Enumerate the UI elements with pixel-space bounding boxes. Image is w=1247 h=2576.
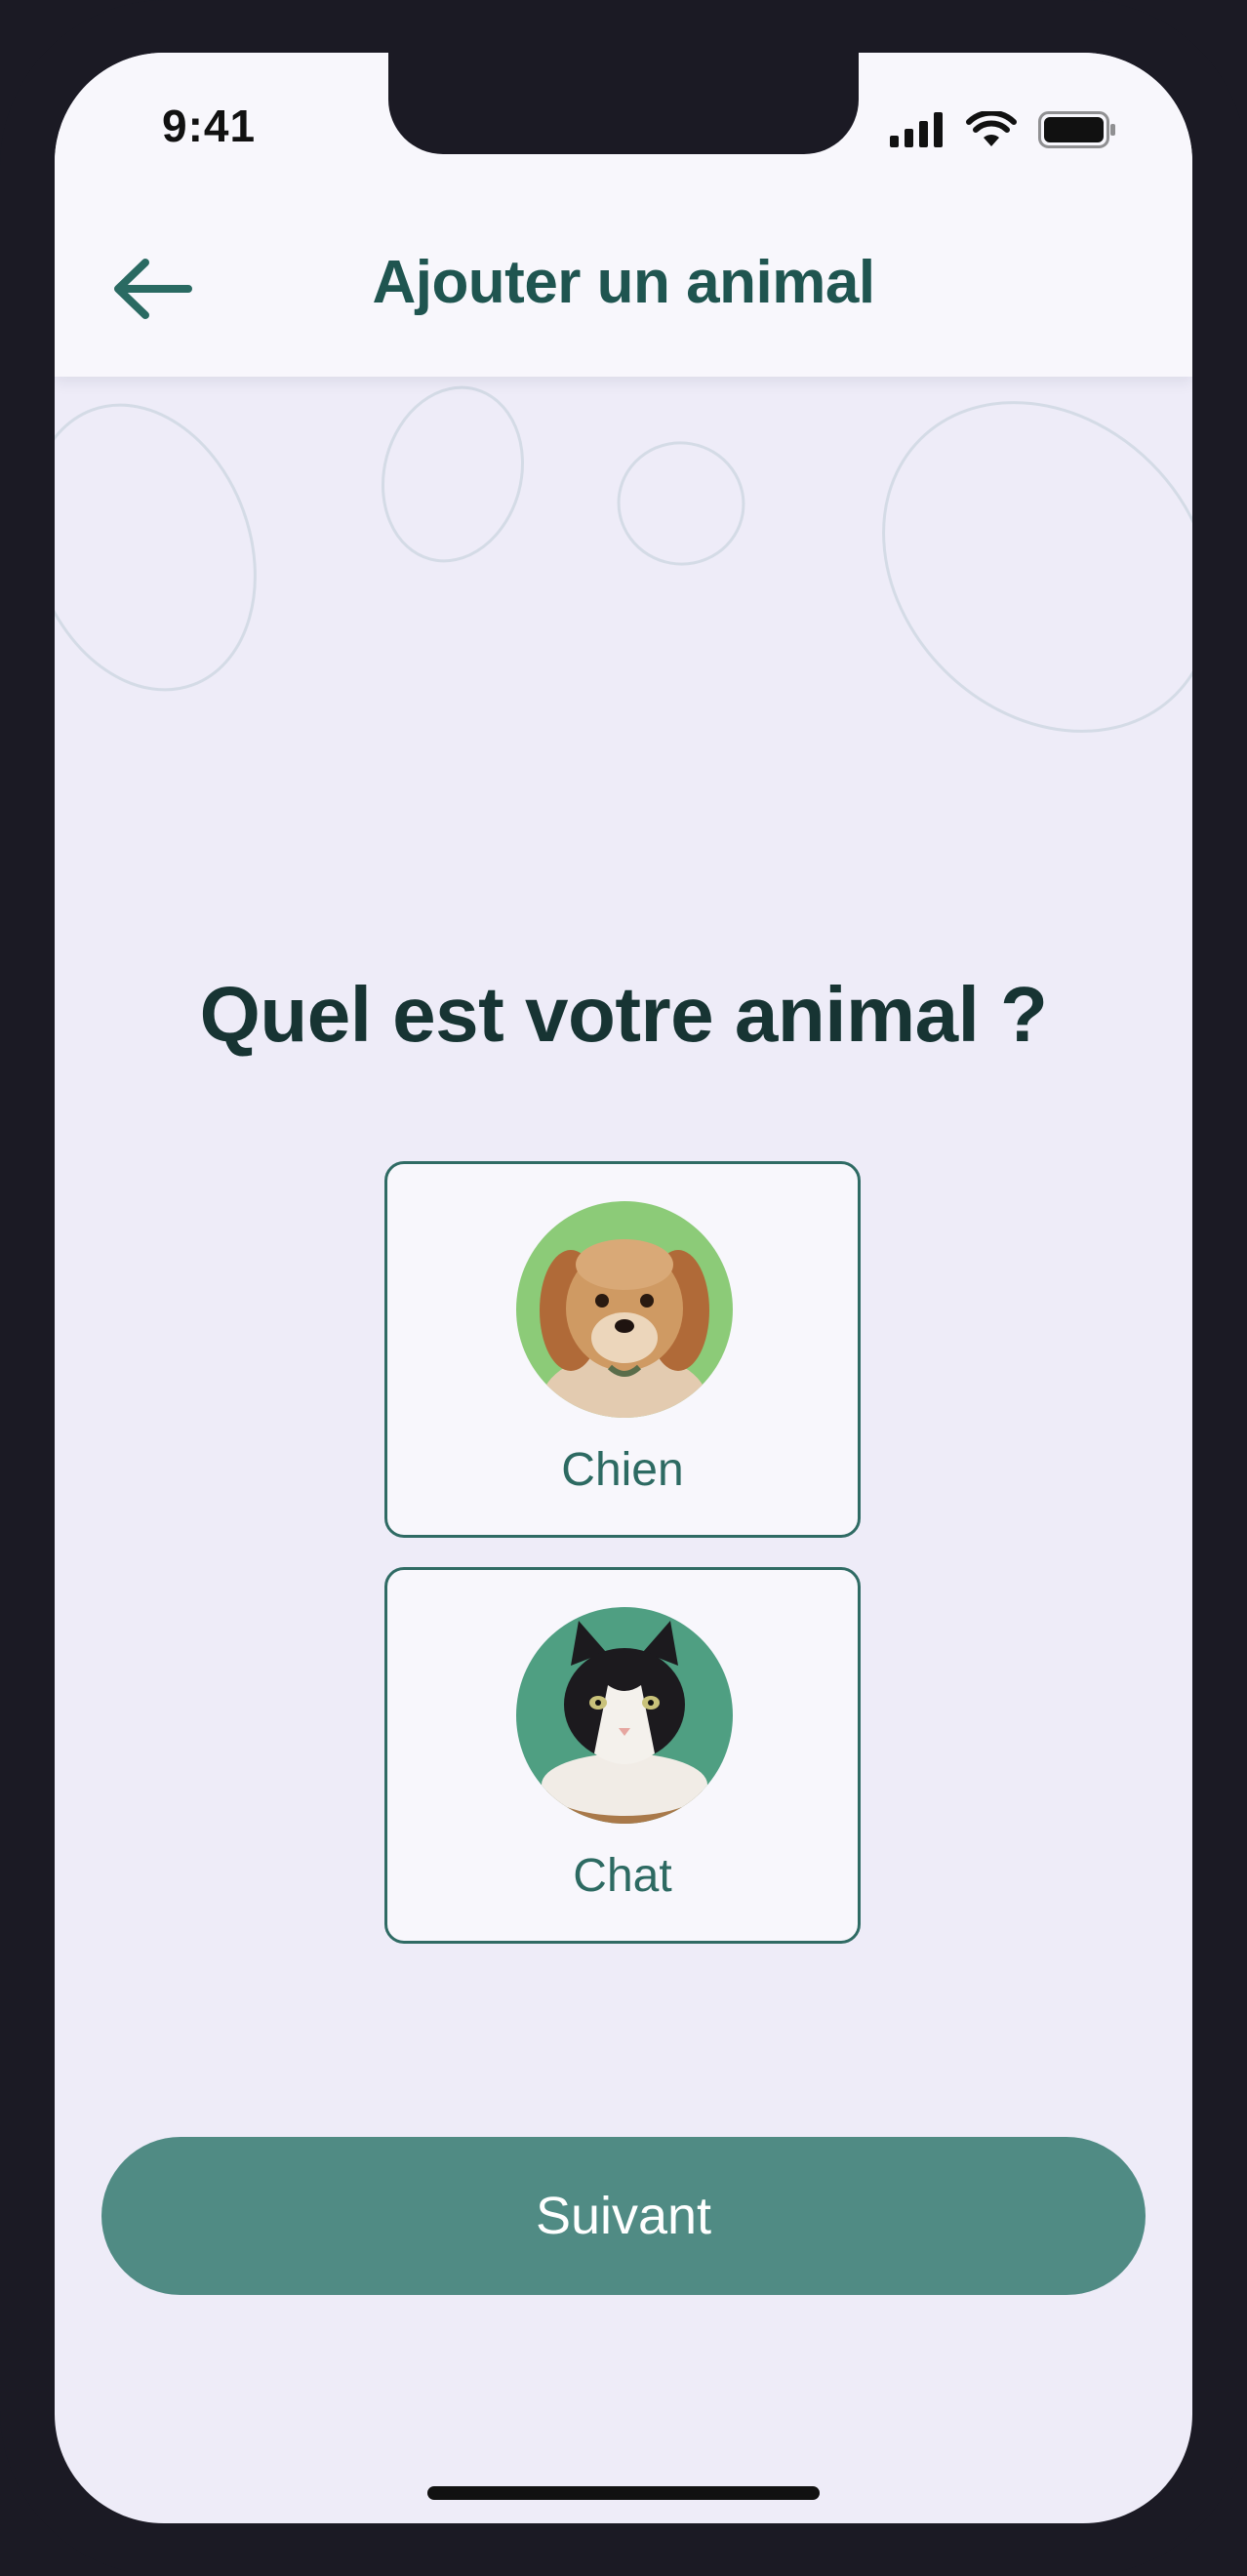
option-card-chien[interactable]: Chien [384, 1161, 861, 1538]
battery-icon [1038, 111, 1115, 148]
option-card-chat[interactable]: Chat [384, 1567, 861, 1944]
wifi-icon [966, 111, 1017, 146]
next-button[interactable]: Suivant [101, 2137, 1146, 2295]
cat-avatar [516, 1607, 733, 1824]
dog-photo [516, 1201, 733, 1418]
status-time: 9:41 [162, 101, 257, 151]
status-icons [890, 111, 1116, 148]
option-label-chien: Chien [561, 1444, 684, 1496]
cellular-signal-icon [890, 112, 943, 147]
page-title: Ajouter un animal [372, 249, 875, 316]
cat-photo [516, 1607, 733, 1824]
dog-avatar [516, 1201, 733, 1418]
app-screen: 9:41 Ajouter un animal Quel est votre an… [55, 53, 1192, 2523]
home-indicator [427, 2486, 820, 2500]
device-notch [388, 53, 859, 154]
option-label-chat: Chat [573, 1850, 672, 1902]
question-heading: Quel est votre animal ? [199, 971, 1048, 1058]
phone-frame: 9:41 Ajouter un animal Quel est votre an… [0, 0, 1247, 2576]
background-bubbles [55, 385, 1192, 733]
